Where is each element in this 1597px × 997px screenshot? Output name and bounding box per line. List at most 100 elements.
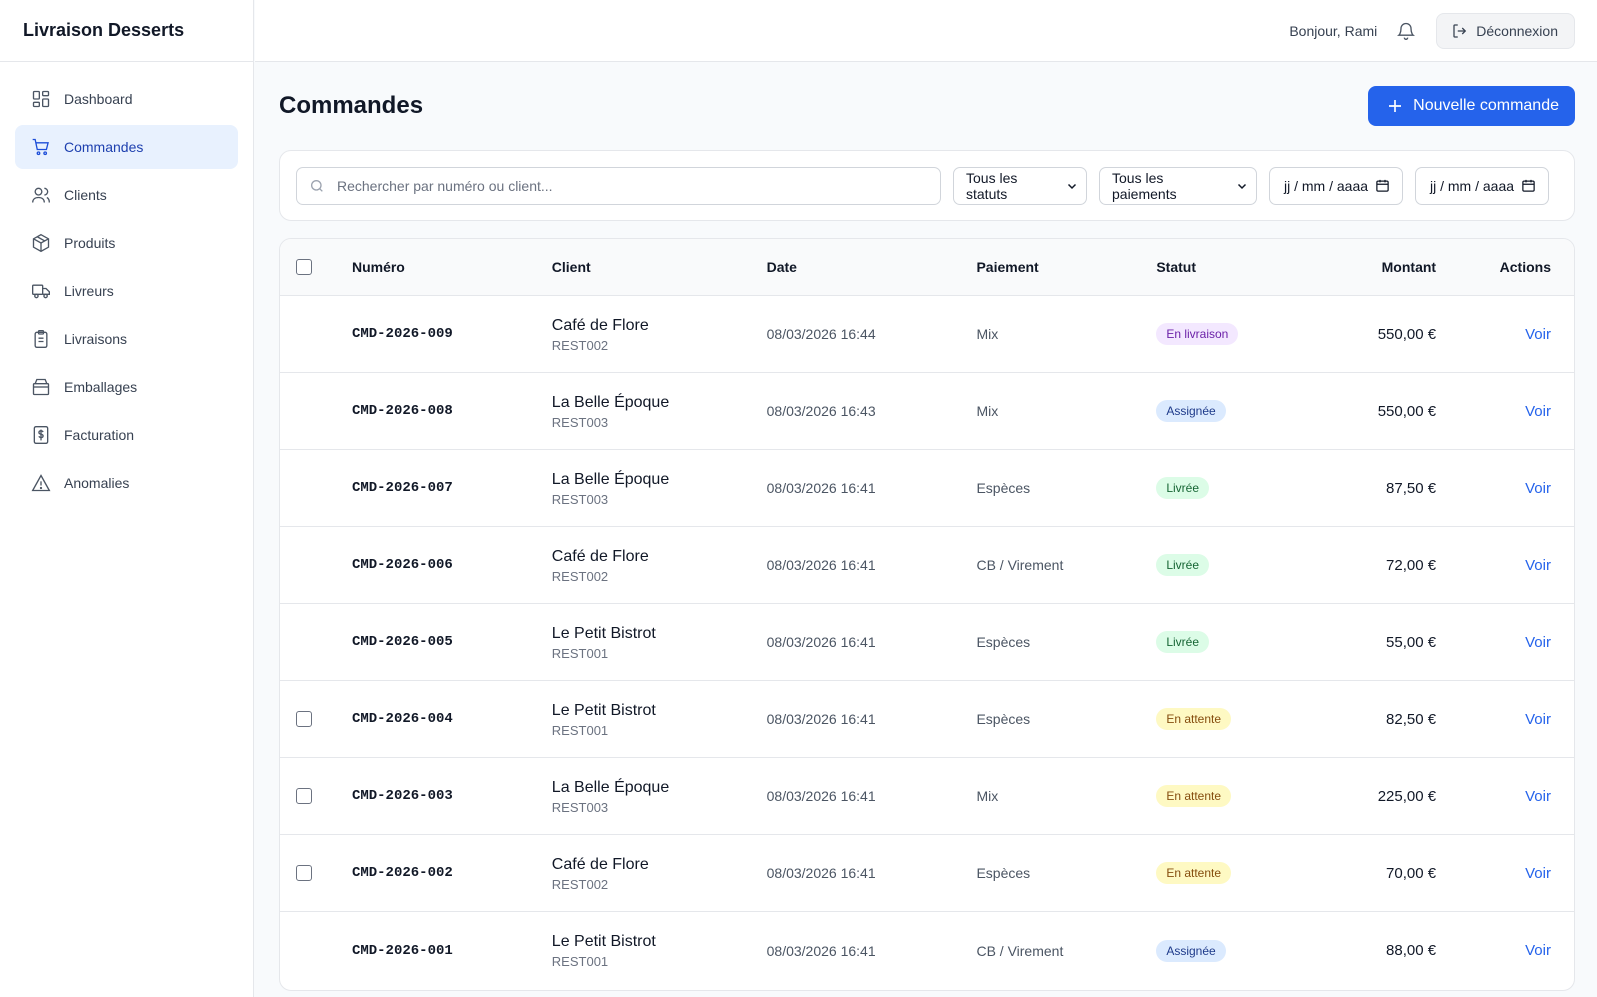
sidebar-item-label: Livraisons: [64, 331, 128, 347]
sidebar-item-emballages[interactable]: Emballages: [15, 365, 238, 409]
sidebar-item-commandes[interactable]: Commandes: [15, 125, 238, 169]
plus-icon: [1386, 97, 1404, 115]
table-header: Numéro Client Date Paiement Statut Monta…: [280, 239, 1574, 296]
order-date: 08/03/2026 16:41: [766, 711, 876, 727]
view-link[interactable]: Voir: [1525, 711, 1551, 728]
payment-method: Mix: [976, 403, 999, 419]
view-link[interactable]: Voir: [1525, 634, 1551, 651]
client-name: Le Petit Bistrot: [551, 624, 656, 642]
view-link[interactable]: Voir: [1525, 480, 1551, 497]
view-link[interactable]: Voir: [1525, 326, 1551, 343]
header-date[interactable]: Date: [767, 259, 977, 275]
client-name: La Belle Époque: [551, 393, 670, 411]
truck-icon: [31, 281, 51, 301]
warning-icon: [31, 473, 51, 493]
date-from-input[interactable]: jj / mm / aaaa: [1269, 166, 1403, 205]
client-code: REST002: [551, 876, 609, 892]
date-to-input[interactable]: jj / mm / aaaa: [1415, 166, 1549, 205]
logout-icon: [1451, 22, 1469, 40]
payment-method: Espèces: [976, 480, 1031, 496]
search-box[interactable]: [296, 166, 941, 205]
package-icon: [31, 377, 51, 397]
user-greeting: Bonjour, Rami: [1289, 22, 1378, 39]
new-order-button[interactable]: Nouvelle commande: [1368, 86, 1575, 126]
table-row: CMD-2026-001 Le Petit Bistrot REST001 08/…: [280, 912, 1574, 989]
bell-icon[interactable]: [1393, 18, 1419, 44]
calendar-icon: [1521, 178, 1536, 193]
table-row: CMD-2026-003 La Belle Époque REST003 08/0…: [280, 758, 1574, 835]
payment-method: Espèces: [976, 634, 1031, 650]
brand-title: Livraison Desserts: [0, 0, 253, 62]
order-amount: 87,50 €: [1386, 479, 1437, 497]
client-name: La Belle Époque: [551, 778, 670, 796]
row-checkbox[interactable]: [296, 865, 312, 881]
status-badge: Livrée: [1156, 631, 1209, 653]
client-name: La Belle Époque: [551, 470, 670, 488]
header-number[interactable]: Numéro: [352, 259, 552, 275]
search-input[interactable]: [337, 177, 917, 194]
client-code: REST003: [551, 491, 609, 507]
view-link[interactable]: Voir: [1525, 942, 1551, 959]
order-number: CMD-2026-003: [351, 788, 453, 804]
table-row: CMD-2026-009 Café de Flore REST002 08/03/…: [280, 296, 1574, 373]
sidebar-nav: Dashboard Commandes Clients Produits Liv…: [0, 62, 253, 524]
select-all-checkbox[interactable]: [296, 259, 312, 275]
cart-icon: [31, 137, 51, 157]
status-badge: En attente: [1156, 785, 1232, 807]
logout-button[interactable]: Déconnexion: [1436, 12, 1575, 49]
chevron-down-icon: [1066, 180, 1078, 192]
users-icon: [31, 185, 51, 205]
order-number: CMD-2026-002: [351, 865, 453, 881]
payment-method: Espèces: [976, 865, 1031, 881]
client-name: Café de Flore: [551, 547, 649, 565]
sidebar-item-livreurs[interactable]: Livreurs: [15, 269, 238, 313]
sidebar-item-label: Produits: [64, 235, 116, 251]
view-link[interactable]: Voir: [1525, 403, 1551, 420]
payment-method: Espèces: [976, 711, 1031, 727]
row-checkbox[interactable]: [296, 711, 312, 727]
box-icon: [31, 233, 51, 253]
order-number: CMD-2026-008: [351, 403, 453, 419]
view-link[interactable]: Voir: [1525, 557, 1551, 574]
sidebar-item-label: Dashboard: [64, 91, 133, 107]
page-header: Commandes Nouvelle commande: [279, 62, 1575, 150]
orders-table: Numéro Client Date Paiement Statut Monta…: [279, 238, 1575, 991]
order-date: 08/03/2026 16:41: [766, 788, 876, 804]
view-link[interactable]: Voir: [1525, 865, 1551, 882]
payment-method: Mix: [976, 788, 999, 804]
order-date: 08/03/2026 16:41: [766, 634, 876, 650]
order-date: 08/03/2026 16:44: [766, 326, 876, 342]
order-amount: 88,00 €: [1386, 942, 1437, 959]
sidebar-item-label: Clients: [64, 187, 107, 203]
client-code: REST001: [551, 954, 609, 969]
sidebar-item-anomalies[interactable]: Anomalies: [15, 461, 238, 505]
payment-method: CB / Virement: [976, 557, 1064, 573]
sidebar-item-facturation[interactable]: Facturation: [15, 413, 238, 457]
status-badge: Livrée: [1156, 477, 1209, 499]
payment-method: Mix: [976, 326, 999, 342]
sidebar-item-clients[interactable]: Clients: [15, 173, 238, 217]
header-status[interactable]: Statut: [1156, 259, 1286, 275]
header-payment[interactable]: Paiement: [976, 259, 1156, 275]
sidebar-item-produits[interactable]: Produits: [15, 221, 238, 265]
logout-label: Déconnexion: [1476, 22, 1558, 39]
status-badge: Assignée: [1156, 400, 1226, 422]
status-select[interactable]: Tous les statuts: [953, 166, 1087, 205]
order-date: 08/03/2026 16:41: [766, 480, 876, 496]
dashboard-icon: [31, 89, 51, 109]
row-checkbox[interactable]: [296, 788, 312, 804]
date-from-value: jj / mm / aaaa: [1284, 177, 1369, 194]
view-link[interactable]: Voir: [1525, 788, 1551, 805]
status-badge: Livrée: [1156, 554, 1209, 576]
order-amount: 55,00 €: [1386, 633, 1437, 651]
order-amount: 550,00 €: [1377, 325, 1437, 343]
status-badge: Assignée: [1156, 939, 1226, 962]
sidebar-item-dashboard[interactable]: Dashboard: [15, 77, 238, 121]
sidebar-item-livraisons[interactable]: Livraisons: [15, 317, 238, 361]
payment-select[interactable]: Tous les paiements: [1099, 166, 1257, 205]
sidebar: Livraison Desserts Dashboard Commandes C…: [0, 0, 254, 997]
header-actions: Actions: [1499, 259, 1551, 275]
client-code: REST002: [551, 337, 609, 353]
header-client[interactable]: Client: [552, 259, 767, 275]
header-amount[interactable]: Montant: [1286, 259, 1436, 275]
